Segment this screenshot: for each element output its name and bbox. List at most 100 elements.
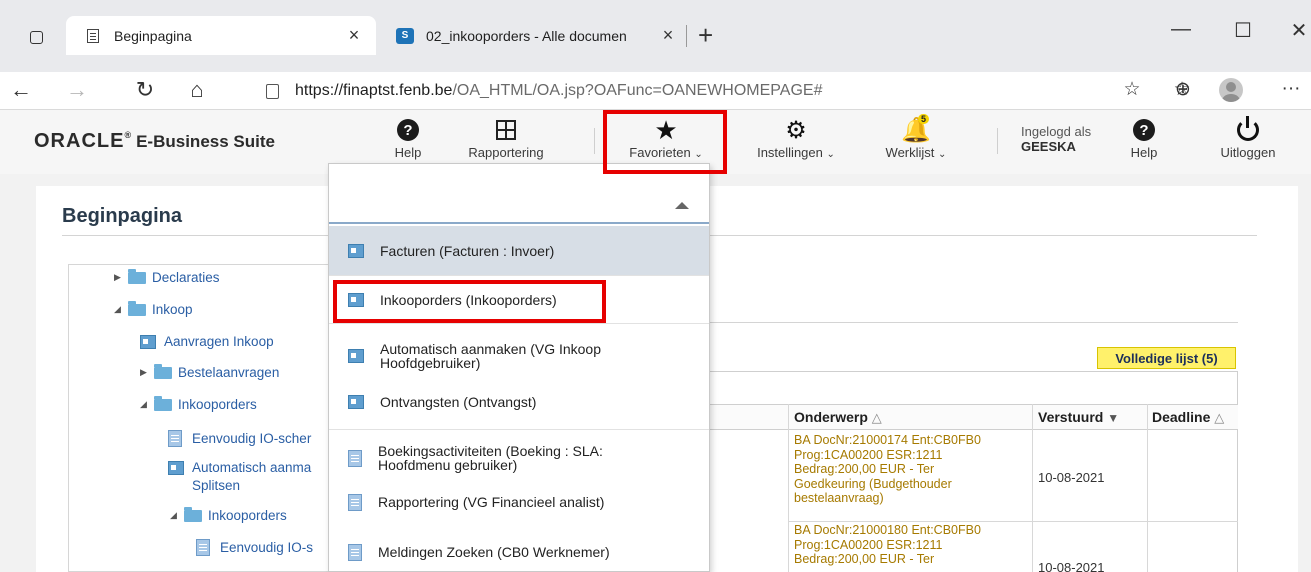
table-row-sent: 10-08-2021 — [1038, 470, 1105, 485]
tree-node-bestelaanvragen[interactable]: ▶ Bestelaanvragen — [140, 363, 279, 380]
reload-button[interactable]: ↻ — [128, 77, 162, 103]
tree-node-eenvoudig-io[interactable]: Eenvoudig IO-scher — [168, 430, 311, 447]
reporting-icon — [496, 120, 516, 140]
folder-icon — [128, 300, 146, 316]
tree-node-splitsen[interactable]: Splitsen — [192, 478, 240, 493]
tab-close-icon[interactable]: × — [344, 25, 364, 46]
document-icon — [348, 449, 362, 467]
tab-actions-icon[interactable] — [30, 31, 43, 44]
subject-line: BA DocNr:21000174 Ent:CB0FB0 — [794, 433, 981, 447]
collections-button[interactable]: ⊕ — [1168, 78, 1198, 101]
col-subject[interactable]: Onderwerp △ — [794, 409, 882, 426]
scroll-up-icon[interactable] — [675, 202, 689, 209]
expand-icon[interactable]: ▶ — [114, 272, 128, 283]
favorite-item-rapportering[interactable]: Rapportering (VG Financieel analist) — [329, 486, 709, 518]
favorite-item-meldingen-zoeken[interactable]: Meldingen Zoeken (CB0 Werknemer) — [329, 536, 709, 568]
chevron-down-icon: ⌄ — [826, 149, 835, 160]
maximize-button[interactable]: ☐ — [1220, 18, 1266, 43]
tree-label: Eenvoudig IO-scher — [192, 431, 312, 446]
more-menu-icon[interactable]: ··· — [1276, 78, 1306, 100]
table-row-subject[interactable]: BA DocNr:21000174 Ent:CB0FB0 Prog:1CA002… — [794, 433, 981, 506]
favorite-item-facturen[interactable]: Facturen (Facturen : Invoer) — [329, 226, 709, 275]
tree-label: Aanvragen Inkoop — [164, 334, 274, 349]
home-button[interactable]: ⌂ — [180, 77, 214, 103]
collapse-icon[interactable]: ◢ — [140, 399, 154, 410]
expand-icon[interactable]: ▶ — [140, 367, 154, 378]
table-row-subject[interactable]: BA DocNr:21000180 Ent:CB0FB0 Prog:1CA002… — [794, 523, 981, 567]
page-icon — [84, 27, 102, 45]
collapse-icon[interactable]: ◢ — [114, 304, 128, 315]
chevron-down-icon: ⌄ — [938, 149, 947, 160]
forward-button[interactable]: → — [60, 77, 94, 103]
favorite-item-ontvangsten[interactable]: Ontvangsten (Ontvangst) — [329, 387, 709, 417]
document-icon — [196, 539, 210, 556]
tree-label: Inkooporders — [208, 508, 287, 523]
tree-label: Inkooporders — [178, 397, 257, 412]
help-label: Help — [394, 145, 422, 160]
tree-label: Automatisch aanma — [192, 460, 312, 475]
sort-asc-icon: △ — [871, 410, 882, 425]
browser-tab-bar: Beginpagina × S 02_inkooporders - Alle d… — [0, 0, 1311, 72]
tab-inkooporders[interactable]: S 02_inkooporders - Alle documen × — [378, 16, 690, 55]
tab-divider — [686, 25, 687, 47]
document-icon — [348, 493, 362, 511]
address-bar-row: ← → ↻ ⌂ https://finaptst.fenb.be/OA_HTML… — [0, 72, 1311, 110]
col-sent[interactable]: Verstuurd ▼ — [1038, 409, 1119, 425]
worklist-nav-item[interactable]: 🔔 5 Werklijst ⌄ — [878, 113, 954, 160]
suite-name: E-Business Suite — [136, 132, 275, 151]
tree-node-inkooporders[interactable]: ◢ Inkooporders — [140, 395, 257, 412]
tab-beginpagina[interactable]: Beginpagina × — [66, 16, 376, 55]
back-button[interactable]: ← — [4, 77, 38, 103]
tree-node-inkoop[interactable]: ◢ Inkoop — [114, 300, 193, 317]
worklist-badge: 5 — [918, 113, 930, 124]
subject-line: BA DocNr:21000180 Ent:CB0FB0 — [794, 523, 981, 537]
menu-divider — [329, 323, 709, 324]
new-tab-button[interactable]: + — [698, 20, 713, 50]
profile-avatar[interactable] — [1219, 78, 1243, 102]
col-deadline[interactable]: Deadline △ — [1152, 409, 1224, 426]
header-divider — [594, 128, 595, 154]
favorite-label: Facturen (Facturen : Invoer) — [380, 242, 555, 259]
function-icon — [140, 334, 156, 349]
minimize-button[interactable]: — — [1158, 18, 1204, 41]
help-nav-item-2[interactable]: ? Help — [1124, 115, 1164, 160]
sharepoint-icon: S — [396, 27, 414, 45]
favorite-label: Meldingen Zoeken (CB0 Werknemer) — [378, 544, 610, 560]
logout-label: Uitloggen — [1220, 145, 1276, 160]
worklist-label: Werklijst — [885, 145, 935, 160]
settings-label: Instellingen — [757, 145, 823, 160]
tree-node-declaraties[interactable]: ▶ Declaraties — [114, 268, 220, 285]
tree-label: Splitsen — [192, 478, 241, 493]
help-nav-item[interactable]: ? Help — [388, 115, 428, 160]
close-window-button[interactable]: ✕ — [1276, 18, 1311, 43]
tree-node-inkooporders-2[interactable]: ◢ Inkooporders — [170, 506, 287, 523]
function-icon — [348, 395, 364, 409]
inkooporders-highlight-box — [333, 280, 606, 323]
help-icon: ? — [1133, 119, 1155, 141]
function-icon — [168, 460, 184, 475]
url-host: https://finaptst.fenb.be — [295, 82, 453, 99]
url-field[interactable]: https://finaptst.fenb.be/OA_HTML/OA.jsp?… — [258, 76, 1311, 106]
folder-icon — [184, 506, 202, 522]
favorite-item-boekingsactiviteiten[interactable]: Boekingsactiviteiten (Boeking : SLA: Hoof… — [329, 438, 709, 478]
favorite-item-automatisch[interactable]: Automatisch aanmaken (VG Inkoop Hoofdgebr… — [329, 336, 709, 376]
tab-close-icon[interactable]: × — [658, 25, 678, 46]
favorite-label: Ontvangsten (Ontvangst) — [380, 394, 537, 410]
full-list-button[interactable]: Volledige lijst (5) — [1097, 347, 1236, 369]
logout-nav-item[interactable]: Uitloggen — [1210, 115, 1286, 160]
collections-icon: ⊕ — [1175, 79, 1191, 100]
settings-nav-item[interactable]: ⚙ Instellingen ⌄ — [748, 115, 844, 161]
favorite-label-line2: Hoofdgebruiker) — [380, 355, 481, 371]
tree-node-aanvragen-inkoop[interactable]: Aanvragen Inkoop — [140, 334, 274, 349]
add-favorite-icon[interactable]: ☆ — [1117, 78, 1147, 101]
tree-node-eenvoudig-io-2[interactable]: Eenvoudig IO-s — [196, 539, 313, 556]
subject-line: Goedkeuring (Budgethouder — [794, 476, 952, 491]
collapse-icon[interactable]: ◢ — [170, 510, 184, 521]
tree-label: Inkoop — [152, 302, 193, 317]
subject-line: Prog:1CA00200 ESR:1211 — [794, 537, 943, 552]
reporting-nav-item[interactable]: Rapportering — [460, 115, 552, 160]
menu-divider — [329, 429, 709, 430]
help-label: Help — [1130, 145, 1158, 160]
tree-node-automatisch[interactable]: Automatisch aanma — [168, 460, 311, 475]
folder-icon — [154, 363, 172, 379]
